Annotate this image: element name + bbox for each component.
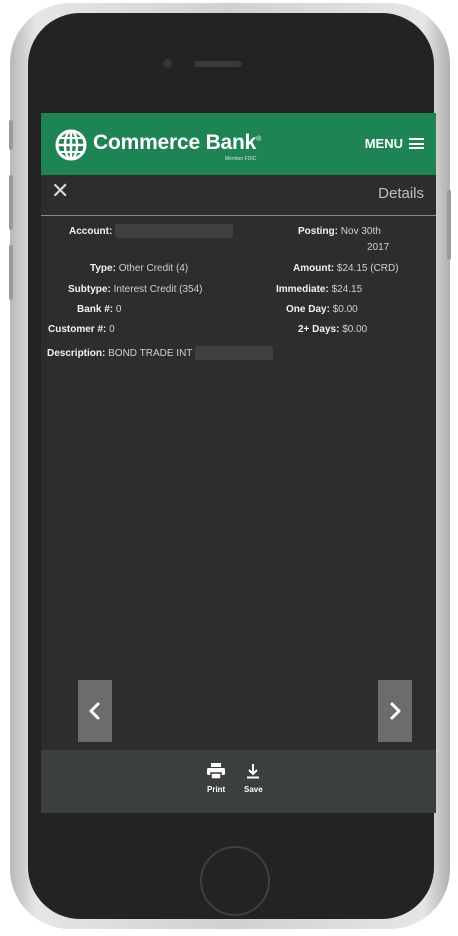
top-bar: Commerce Bank® Member FDIC MENU [41,113,436,175]
front-camera [163,59,172,68]
hamburger-icon [409,138,424,149]
redacted-description [195,346,273,361]
one-day-field: One Day: $0.00 [286,302,358,318]
save-label: Save [244,785,263,794]
chevron-right-icon [390,702,401,720]
print-label: Print [207,785,226,794]
posting-label: Posting: [298,226,338,237]
posting-year-value: 2017 [367,242,390,253]
details-title: Details [378,185,424,202]
power-button [447,190,451,260]
one-day-label: One Day: [286,304,330,315]
volume-up-button [9,175,13,230]
posting-value: Nov 30th [340,226,381,237]
account-field: Account: [69,224,234,240]
type-value: Other Credit (4) [118,263,189,274]
menu-button[interactable]: MENU [365,136,424,151]
description-value: BOND TRADE INT [108,348,193,359]
close-icon[interactable]: ✕ [51,181,69,203]
one-day-value: $0.00 [332,304,358,315]
subtype-label: Subtype: [68,284,111,295]
two-plus-days-label: 2+ Days: [298,324,340,335]
account-label: Account: [69,226,113,237]
print-button[interactable]: Print [207,763,225,794]
type-field: Type: Other Credit (4) [90,261,188,277]
type-label: Type: [90,263,116,274]
brand-tagline: Member FDIC [225,156,257,162]
earpiece-speaker [194,61,242,67]
bottom-toolbar [41,750,436,813]
two-plus-days-value: $0.00 [342,324,368,335]
menu-label: MENU [364,136,403,151]
redacted-account-number [115,224,234,239]
subtype-field: Subtype: Interest Credit (354) [68,282,203,298]
customer-number-field: Customer #: 0 [48,322,115,338]
download-icon [247,764,260,779]
bank-number-label: Bank #: [77,304,114,315]
description-label: Description: [47,348,106,359]
subtype-value: Interest Credit (354) [113,284,203,295]
customer-number-label: Customer #: [48,324,107,335]
immediate-value: $24.15 [331,284,363,295]
description-field: Description: BOND TRADE INT [47,346,273,362]
next-button[interactable] [378,680,412,742]
amount-field: Amount: $24.15 (CRD) [293,261,399,277]
mute-switch [9,120,13,150]
brand-name: Commerce Bank® [93,131,262,154]
detail-bar [41,175,436,216]
amount-label: Amount: [293,263,335,274]
immediate-field: Immediate: $24.15 [276,282,362,298]
amount-value: $24.15 (CRD) [336,263,399,274]
previous-button[interactable] [78,680,112,742]
chevron-left-icon [89,702,100,720]
immediate-label: Immediate: [276,284,329,295]
save-button[interactable]: Save [244,763,263,794]
bank-number-value: 0 [115,304,122,315]
posting-field: Posting: Nov 30th [298,224,381,240]
globe-logo-icon [55,129,87,161]
volume-down-button [9,245,13,300]
two-plus-days-field: 2+ Days: $0.00 [298,322,367,338]
bank-number-field: Bank #: 0 [77,302,121,318]
posting-year: 2017 [367,240,389,256]
home-button[interactable] [200,846,270,916]
printer-icon [207,763,226,779]
customer-number-value: 0 [109,324,115,335]
app-screen: Commerce Bank® Member FDIC MENU ✕ Detail… [41,113,436,813]
